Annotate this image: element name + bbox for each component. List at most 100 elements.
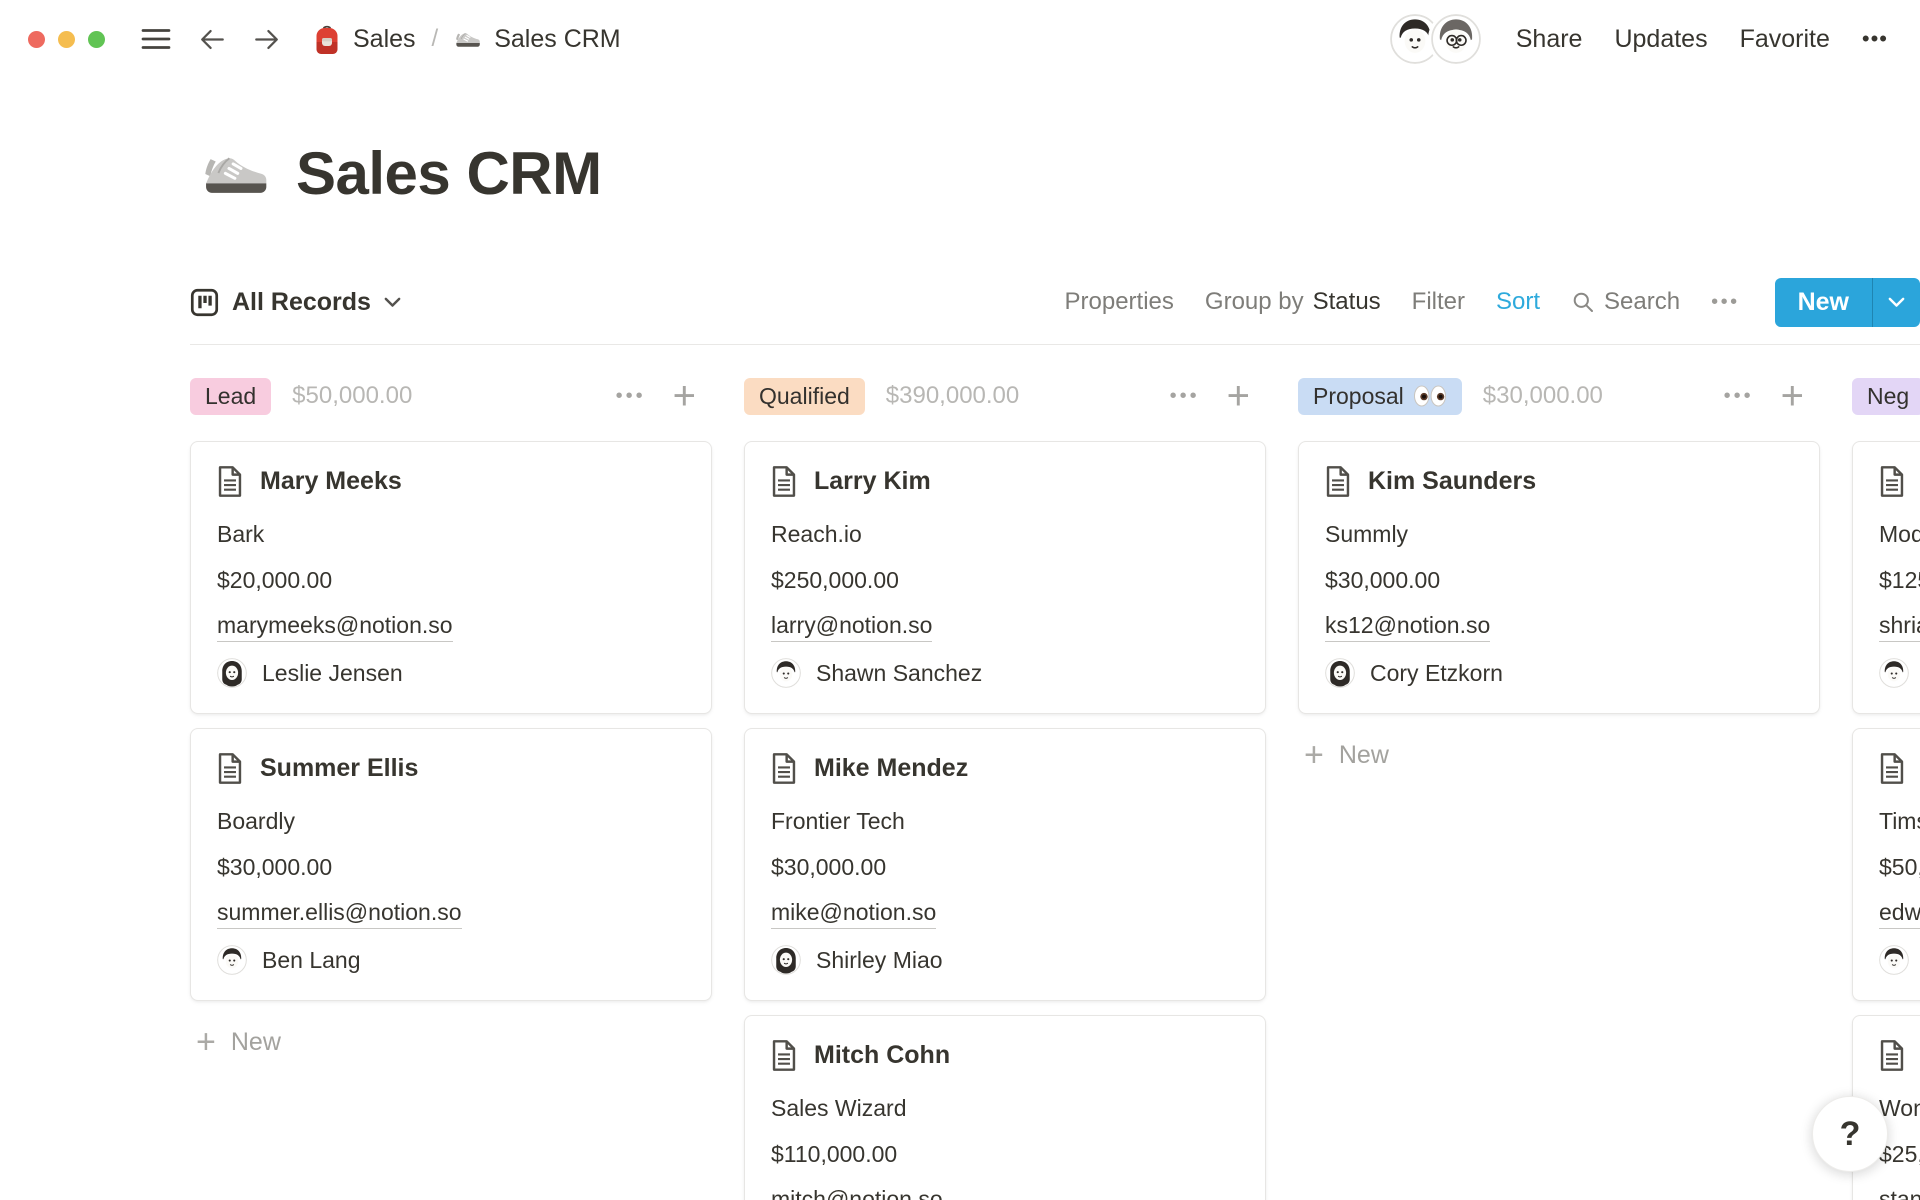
column-add-icon[interactable]: +: [1781, 380, 1804, 412]
document-icon: [771, 1040, 797, 1071]
card-title-row: S: [1879, 1040, 1920, 1071]
view-switcher[interactable]: All Records: [190, 288, 401, 317]
board-column: Neg S Mod $125 shria E E Tims $50, edwi: [1852, 375, 1920, 1200]
column-new-label: New: [231, 1028, 281, 1057]
page-header: Sales CRM: [190, 120, 1920, 226]
record-card[interactable]: Mitch Cohn Sales Wizard $110,000.00 mitc…: [744, 1015, 1266, 1200]
filter-button[interactable]: Filter: [1412, 288, 1465, 316]
close-window-button[interactable]: [28, 31, 45, 48]
minimize-window-button[interactable]: [58, 31, 75, 48]
card-company: Sales Wizard: [771, 1093, 1239, 1123]
card-email-link[interactable]: edwi: [1879, 898, 1920, 929]
column-add-icon[interactable]: +: [1227, 380, 1250, 412]
woman-long-hair-avatar: [771, 945, 801, 975]
card-email-row: ks12@notion.so: [1325, 611, 1793, 642]
breadcrumb-item-sales-crm[interactable]: Sales CRM: [454, 23, 620, 55]
new-record-split-button: New: [1775, 278, 1920, 327]
topbar-actions: Share Updates Favorite •••: [1387, 11, 1888, 67]
page-title[interactable]: Sales CRM: [296, 139, 602, 208]
card-title: Mary Meeks: [260, 467, 402, 496]
record-card[interactable]: Larry Kim Reach.io $250,000.00 larry@not…: [744, 441, 1266, 714]
status-badge[interactable]: Neg: [1852, 378, 1920, 415]
card-amount: $125: [1879, 565, 1920, 595]
card-amount: $50,: [1879, 852, 1920, 882]
updates-button[interactable]: Updates: [1614, 25, 1707, 54]
new-record-button[interactable]: New: [1775, 278, 1872, 327]
record-card[interactable]: Mike Mendez Frontier Tech $30,000.00 mik…: [744, 728, 1266, 1001]
card-amount: $30,000.00: [217, 852, 685, 882]
card-title: Mike Mendez: [814, 754, 968, 783]
member-avatar-2[interactable]: [1428, 11, 1484, 67]
card-title-row: Mitch Cohn: [771, 1040, 1239, 1071]
card-owner: Cory Etzkorn: [1325, 657, 1793, 689]
toolbar-more-icon[interactable]: •••: [1711, 291, 1740, 314]
help-button[interactable]: ?: [1812, 1096, 1888, 1172]
more-options-icon[interactable]: •••: [1862, 26, 1888, 52]
collection-toolbar: All Records Properties Group by Status F…: [190, 274, 1920, 330]
card-email-link[interactable]: mike@notion.so: [771, 898, 936, 929]
status-badge[interactable]: Lead: [190, 378, 271, 415]
card-email-link[interactable]: shria: [1879, 611, 1920, 642]
card-title: Larry Kim: [814, 467, 931, 496]
hamburger-menu-icon[interactable]: [141, 27, 171, 51]
column-header: Neg: [1852, 375, 1920, 417]
column-new-button[interactable]: + New: [1298, 740, 1820, 771]
record-card[interactable]: S Mod $125 shria E: [1852, 441, 1920, 714]
plus-icon: +: [1304, 740, 1324, 771]
owner-name: Shawn Sanchez: [816, 660, 982, 687]
record-card[interactable]: Kim Saunders Summly $30,000.00 ks12@noti…: [1298, 441, 1820, 714]
card-email-link[interactable]: larry@notion.so: [771, 611, 932, 642]
eyes-emoji: [1413, 385, 1447, 407]
card-email-link[interactable]: mitch@notion.so: [771, 1185, 943, 1200]
zoom-window-button[interactable]: [88, 31, 105, 48]
new-record-dropdown-button[interactable]: [1872, 278, 1920, 327]
card-email-link[interactable]: ks12@notion.so: [1325, 611, 1490, 642]
column-new-button[interactable]: +New: [190, 1027, 712, 1058]
card-owner: Leslie Jensen: [217, 657, 685, 689]
status-badge-label: Qualified: [759, 383, 850, 410]
group-by-button[interactable]: Group by Status: [1205, 288, 1381, 316]
card-email-row: edwi: [1879, 898, 1920, 929]
card-title: Mitch Cohn: [814, 1041, 950, 1070]
document-icon: [217, 753, 243, 784]
document-icon: [1879, 753, 1905, 784]
column-add-icon[interactable]: +: [673, 380, 696, 412]
sort-button[interactable]: Sort: [1496, 288, 1540, 316]
column-header: Lead $50,000.00 ••• +: [190, 375, 712, 417]
status-badge-label: Neg: [1867, 383, 1909, 410]
favorite-button[interactable]: Favorite: [1740, 25, 1830, 54]
document-icon: [217, 466, 243, 497]
column-menu-icon[interactable]: •••: [1170, 385, 1200, 408]
breadcrumb-item-sales[interactable]: Sales: [313, 23, 416, 55]
record-card[interactable]: Mary Meeks Bark $20,000.00 marymeeks@not…: [190, 441, 712, 714]
column-menu-icon[interactable]: •••: [1724, 385, 1754, 408]
search-button[interactable]: Search: [1571, 288, 1680, 316]
page-sneaker-icon[interactable]: [200, 144, 272, 202]
back-arrow-icon[interactable]: [198, 27, 226, 52]
status-badge[interactable]: Qualified: [744, 378, 865, 415]
card-owner: E: [1879, 657, 1920, 689]
card-email-link[interactable]: marymeeks@notion.so: [217, 611, 453, 642]
column-cards: Larry Kim Reach.io $250,000.00 larry@not…: [744, 441, 1266, 1200]
woman-long-hair-avatar: [1325, 658, 1355, 688]
record-card[interactable]: Summer Ellis Boardly $30,000.00 summer.e…: [190, 728, 712, 1001]
board-column: Proposal $30,000.00 ••• + Kim Saunders S…: [1298, 375, 1820, 771]
card-owner: Ben Lang: [217, 944, 685, 976]
column-new-label: New: [1339, 741, 1389, 770]
card-email-link[interactable]: stan: [1879, 1185, 1920, 1200]
window-controls: [28, 31, 105, 48]
card-email-link[interactable]: summer.ellis@notion.so: [217, 898, 462, 929]
column-menu-icon[interactable]: •••: [616, 385, 646, 408]
toolbar-divider: [190, 344, 1920, 345]
card-email-row: summer.ellis@notion.so: [217, 898, 685, 929]
owner-name: Shirley Miao: [816, 947, 943, 974]
breadcrumb-label: Sales CRM: [494, 25, 620, 54]
properties-button[interactable]: Properties: [1065, 288, 1174, 316]
chevron-down-icon: [384, 297, 401, 308]
status-badge[interactable]: Proposal: [1298, 378, 1462, 415]
share-button[interactable]: Share: [1516, 25, 1583, 54]
forward-arrow-icon[interactable]: [253, 27, 281, 52]
record-card[interactable]: E Tims $50, edwi H: [1852, 728, 1920, 1001]
search-icon: [1571, 290, 1595, 314]
card-amount: $30,000.00: [771, 852, 1239, 882]
